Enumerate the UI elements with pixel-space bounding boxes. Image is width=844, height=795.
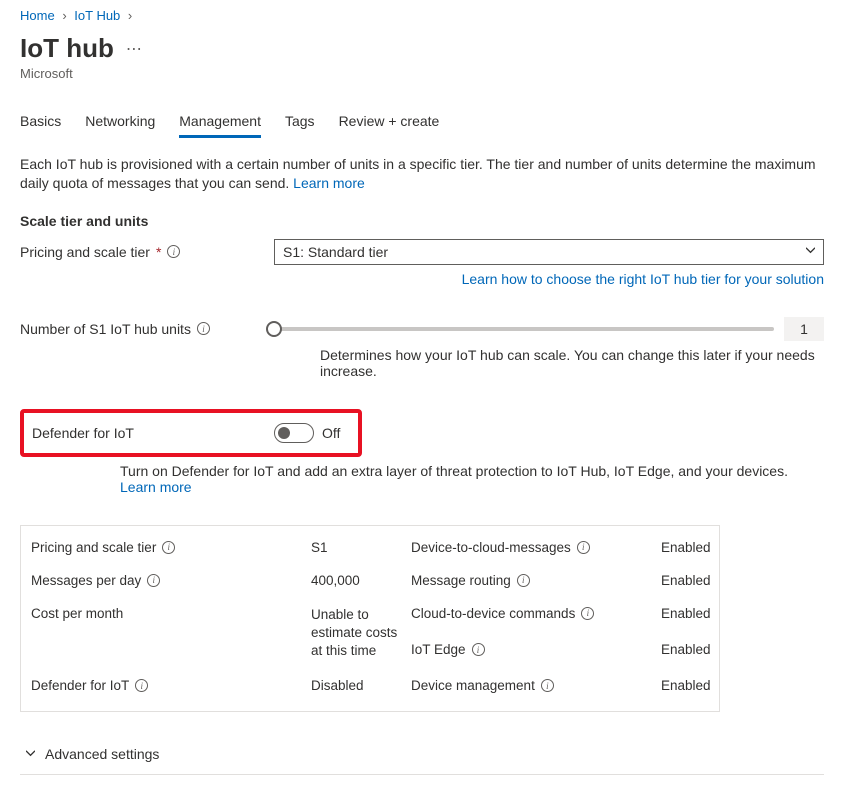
slider-thumb[interactable] — [266, 321, 282, 337]
info-icon[interactable]: i — [147, 574, 160, 587]
pricing-tier-help-link[interactable]: Learn how to choose the right IoT hub ti… — [462, 271, 824, 287]
chevron-right-icon: › — [128, 8, 132, 23]
info-icon[interactable]: i — [577, 541, 590, 554]
defender-label: Defender for IoT — [32, 425, 134, 441]
breadcrumb-home[interactable]: Home — [20, 8, 55, 23]
info-icon[interactable]: i — [162, 541, 175, 554]
summary-routing-label: Message routing — [411, 573, 511, 588]
tab-bar: Basics Networking Management Tags Review… — [20, 107, 824, 139]
summary-edge-label: IoT Edge — [411, 642, 466, 657]
summary-edge-value: Enabled — [661, 642, 711, 657]
summary-pricing-value: S1 — [311, 540, 411, 555]
info-icon[interactable]: i — [517, 574, 530, 587]
info-icon[interactable]: i — [581, 607, 594, 620]
summary-c2d-label: Cloud-to-device commands — [411, 606, 575, 621]
summary-messages-label: Messages per day — [31, 573, 141, 588]
required-asterisk: * — [156, 244, 161, 260]
defender-toggle[interactable] — [274, 423, 314, 443]
info-icon[interactable]: i — [167, 245, 180, 258]
summary-d2c-value: Enabled — [661, 540, 711, 555]
summary-cost-label: Cost per month — [31, 606, 123, 621]
summary-defender-value: Disabled — [311, 678, 411, 693]
pricing-tier-label: Pricing and scale tier — [20, 244, 150, 260]
units-row: Number of S1 IoT hub units i 1 — [20, 317, 824, 341]
summary-c2d-value: Enabled — [661, 606, 711, 621]
page-title: IoT hub — [20, 33, 114, 64]
breadcrumb-iothub[interactable]: IoT Hub — [74, 8, 120, 23]
summary-messages-value: 400,000 — [311, 573, 411, 588]
units-help-text: Determines how your IoT hub can scale. Y… — [274, 347, 824, 379]
breadcrumb: Home › IoT Hub › — [20, 8, 824, 23]
defender-highlight: Defender for IoT Off — [20, 409, 362, 457]
toggle-knob — [278, 427, 290, 439]
info-icon[interactable]: i — [197, 322, 210, 335]
info-icon[interactable]: i — [541, 679, 554, 692]
intro-body: Each IoT hub is provisioned with a certa… — [20, 156, 816, 191]
tab-networking[interactable]: Networking — [85, 107, 155, 138]
tab-tags[interactable]: Tags — [285, 107, 315, 138]
units-slider[interactable] — [274, 327, 774, 331]
defender-toggle-state: Off — [322, 425, 340, 441]
units-value: 1 — [784, 317, 824, 341]
more-actions-button[interactable]: ⋯ — [126, 39, 143, 59]
summary-cost-value: Unable to estimate costs at this time — [311, 606, 411, 661]
page-subtitle: Microsoft — [20, 66, 824, 81]
info-icon[interactable]: i — [135, 679, 148, 692]
intro-text: Each IoT hub is provisioned with a certa… — [20, 155, 824, 193]
advanced-settings-label: Advanced settings — [45, 746, 159, 762]
summary-d2c-label: Device-to-cloud-messages — [411, 540, 571, 555]
tab-basics[interactable]: Basics — [20, 107, 61, 138]
pricing-tier-select[interactable]: S1: Standard tier — [274, 239, 824, 265]
advanced-settings-toggle[interactable]: Advanced settings — [20, 734, 824, 775]
pricing-tier-value: S1: Standard tier — [283, 244, 388, 260]
summary-mgmt-value: Enabled — [661, 678, 711, 693]
defender-description: Turn on Defender for IoT and add an extr… — [20, 463, 824, 495]
info-icon[interactable]: i — [472, 643, 485, 656]
tab-management[interactable]: Management — [179, 107, 261, 138]
chevron-down-icon — [806, 246, 815, 258]
summary-routing-value: Enabled — [661, 573, 711, 588]
tab-review-create[interactable]: Review + create — [339, 107, 440, 138]
summary-pricing-label: Pricing and scale tier — [31, 540, 156, 555]
chevron-down-icon — [26, 747, 35, 761]
defender-learn-more-link[interactable]: Learn more — [120, 479, 192, 495]
units-label: Number of S1 IoT hub units — [20, 321, 191, 337]
pricing-tier-row: Pricing and scale tier * i S1: Standard … — [20, 239, 824, 265]
scale-heading: Scale tier and units — [20, 213, 824, 229]
summary-defender-label: Defender for IoT — [31, 678, 129, 693]
summary-box: Pricing and scale tier i S1 Device-to-clo… — [20, 525, 720, 713]
summary-mgmt-label: Device management — [411, 678, 535, 693]
chevron-right-icon: › — [62, 8, 66, 23]
intro-learn-more-link[interactable]: Learn more — [293, 175, 365, 191]
